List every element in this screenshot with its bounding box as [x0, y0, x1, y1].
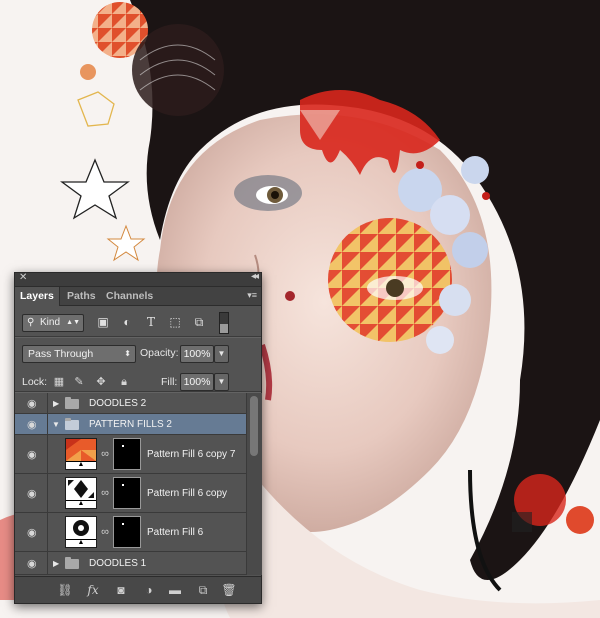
fill-input[interactable]: 100%: [180, 373, 214, 391]
visibility-column: ◉: [15, 414, 48, 434]
layer-name: Pattern Fill 6 copy 7: [147, 449, 236, 460]
image-filter-icon[interactable]: ▣: [95, 314, 111, 330]
folder-icon: [65, 557, 79, 569]
adjustment-filter-icon[interactable]: ◐: [119, 314, 135, 330]
layer-thumbnail: ▲: [65, 477, 97, 509]
visibility-column: ◉: [15, 474, 48, 512]
visibility-column: ◉: [15, 435, 48, 473]
opacity-input[interactable]: 100%: [180, 345, 214, 363]
expand-arrow-icon[interactable]: ▶: [53, 399, 59, 408]
scrollbar-thumb[interactable]: [250, 396, 258, 456]
link-icon[interactable]: ∞: [101, 524, 109, 540]
slider-icon: ▲: [66, 461, 96, 469]
filter-kind-label: Kind: [40, 317, 61, 328]
lock-image-icon[interactable]: ✎: [73, 376, 85, 388]
layer-row-pattern-fills-2[interactable]: ◉ ▼ PATTERN FILLS 2: [15, 414, 246, 435]
eye-icon[interactable]: ◉: [27, 448, 37, 461]
layer-name: Pattern Fill 6 copy: [147, 488, 228, 499]
layer-name: Pattern Fill 6: [147, 527, 204, 538]
link-icon[interactable]: ∞: [101, 485, 109, 501]
layer-name: DOODLES 2: [89, 398, 147, 409]
close-icon[interactable]: ✕: [19, 272, 27, 283]
expand-arrow-icon[interactable]: ▶: [53, 559, 59, 568]
lock-transparent-icon[interactable]: ▦: [53, 376, 65, 388]
chevron-updown-icon: ⬍: [124, 349, 131, 358]
layer-mask-thumbnail[interactable]: [113, 477, 141, 509]
new-layer-icon[interactable]: ⧉: [195, 582, 211, 598]
layer-mask-thumbnail[interactable]: [113, 438, 141, 470]
blend-mode-value: Pass Through: [28, 348, 94, 360]
tab-channels[interactable]: Channels: [101, 287, 158, 305]
eye-icon[interactable]: ◉: [27, 487, 37, 500]
type-filter-icon[interactable]: T: [143, 314, 159, 330]
panel-titlebar: ✕ ◂◂: [15, 271, 261, 287]
layer-row-pattern-fill-6-copy[interactable]: ◉ ▲ ∞ Pattern Fill 6 copy: [15, 474, 246, 513]
layers-panel: ✕ ◂◂ Layers Paths Channels ▾≡ ⚲ Kind ▲▼ …: [14, 271, 262, 604]
visibility-column: ◉: [15, 513, 48, 551]
tab-paths[interactable]: Paths: [62, 287, 101, 305]
pattern-thumbnail-icon: [66, 439, 96, 461]
blend-mode-select[interactable]: Pass Through ⬍: [22, 345, 136, 363]
opacity-dropdown-icon[interactable]: ▼: [214, 345, 229, 363]
shape-filter-icon[interactable]: ⬚: [167, 314, 183, 330]
search-icon: ⚲: [27, 317, 35, 328]
collapse-arrow-icon[interactable]: ▼: [52, 420, 60, 429]
layer-list: ◉ ▶ DOODLES 2 ◉ ▼ PATTERN FILLS 2 ◉ ▲ ∞ …: [15, 393, 246, 575]
visibility-column: ◉: [15, 393, 48, 413]
opacity-label: Opacity:: [140, 347, 179, 359]
layer-name: PATTERN FILLS 2: [89, 419, 172, 430]
add-mask-icon[interactable]: ◙: [113, 582, 129, 598]
fill-label: Fill:: [161, 376, 178, 388]
link-layers-icon[interactable]: ⛓: [57, 582, 73, 598]
filter-row: ⚲ Kind ▲▼ ▣ ◐ T ⬚ ⧉: [15, 306, 261, 336]
panel-tabs: Layers Paths Channels ▾≡: [15, 287, 261, 306]
tab-layers[interactable]: Layers: [15, 287, 60, 306]
collapse-panel-icon[interactable]: ◂◂: [251, 271, 259, 282]
folder-icon: [65, 397, 79, 409]
eye-icon[interactable]: ◉: [27, 397, 37, 410]
eye-icon[interactable]: ◉: [27, 557, 37, 570]
panel-menu-icon[interactable]: ▾≡: [247, 290, 257, 301]
eye-icon[interactable]: ◉: [27, 526, 37, 539]
layer-row-doodles-1[interactable]: ◉ ▶ DOODLES 1: [15, 552, 246, 575]
layer-mask-thumbnail[interactable]: [113, 516, 141, 548]
layer-row-pattern-fill-6[interactable]: ◉ ▲ ∞ Pattern Fill 6: [15, 513, 246, 552]
chevron-down-icon: ▲▼: [66, 319, 80, 326]
fill-dropdown-icon[interactable]: ▼: [214, 373, 229, 391]
lock-all-icon[interactable]: 🔒︎: [118, 376, 130, 388]
smart-object-filter-icon[interactable]: ⧉: [191, 314, 207, 330]
layer-thumbnail: ▲: [65, 438, 97, 470]
layer-list-scrollbar[interactable]: [246, 393, 262, 575]
layer-row-doodles-2[interactable]: ◉ ▶ DOODLES 2: [15, 393, 246, 414]
filter-kind-select[interactable]: ⚲ Kind ▲▼: [22, 314, 84, 332]
slider-icon: ▲: [66, 539, 96, 547]
slider-icon: ▲: [66, 500, 96, 508]
layer-name: DOODLES 1: [89, 558, 147, 569]
pattern-thumbnail-icon: [66, 478, 96, 500]
link-icon[interactable]: ∞: [101, 446, 109, 462]
fx-icon[interactable]: fx: [85, 582, 101, 598]
visibility-column: ◉: [15, 552, 48, 574]
layer-thumbnail: ▲: [65, 516, 97, 548]
pattern-thumbnail-icon: [66, 517, 96, 539]
folder-open-icon: [65, 418, 79, 430]
blend-row: Pass Through ⬍ Opacity: 100% ▼: [15, 338, 261, 366]
lock-position-icon[interactable]: ✥: [95, 376, 107, 388]
adjustment-layer-icon[interactable]: ◑: [141, 582, 157, 598]
new-group-icon[interactable]: ▬: [167, 582, 183, 598]
lock-label: Lock:: [22, 376, 48, 388]
layer-row-pattern-fill-6-copy-7[interactable]: ◉ ▲ ∞ Pattern Fill 6 copy 7: [15, 435, 246, 474]
panel-footer: ⛓ fx ◙ ◑ ▬ ⧉ 🗑︎: [15, 576, 261, 603]
lock-row: Lock: ▦ ✎ ✥ 🔒︎ Fill: 100% ▼: [15, 366, 261, 393]
filter-toggle[interactable]: [219, 312, 229, 334]
eye-icon[interactable]: ◉: [27, 418, 37, 431]
trash-icon[interactable]: 🗑︎: [221, 582, 237, 598]
